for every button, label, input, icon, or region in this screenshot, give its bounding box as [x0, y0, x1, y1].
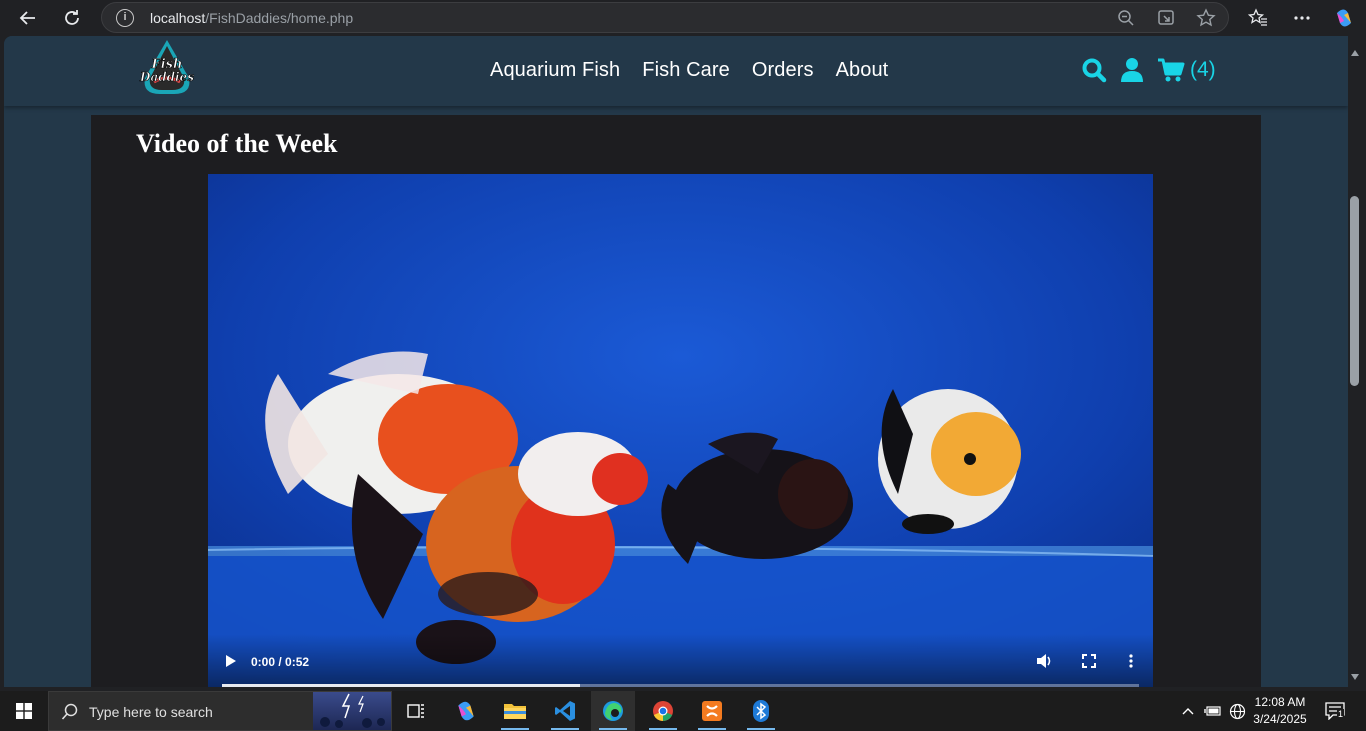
favorite-star-icon[interactable] — [1196, 8, 1216, 28]
nav-aquarium-fish[interactable]: Aquarium Fish — [490, 59, 620, 82]
xampp-running-indicator — [698, 728, 726, 730]
more-menu-icon[interactable] — [1290, 6, 1314, 30]
zoom-icon[interactable] — [1116, 8, 1136, 28]
chrome-icon[interactable] — [641, 691, 685, 731]
reload-icon[interactable] — [60, 6, 84, 30]
user-icon[interactable] — [1118, 56, 1146, 84]
video-frame — [208, 174, 1153, 687]
windows-taskbar: Type here to search 12:08 AM 3/24/2025 1 — [0, 691, 1366, 731]
file-explorer-running-indicator — [501, 728, 529, 730]
video-time: 0:00 / 0:52 — [251, 655, 310, 669]
nav-orders[interactable]: Orders — [752, 59, 814, 82]
logo-text-daddies: Daddies — [139, 70, 194, 84]
video-progress-bar[interactable] — [222, 684, 1139, 687]
section-title: Video of the Week — [136, 129, 338, 158]
scroll-up-icon[interactable] — [1350, 44, 1360, 62]
vscode-running-indicator — [551, 728, 579, 730]
network-globe-icon[interactable] — [1226, 691, 1248, 731]
show-hidden-icons-icon[interactable] — [1178, 691, 1198, 731]
main-content: Video of the Week 0:00 / 0:52 — [91, 115, 1261, 687]
xampp-icon[interactable] — [690, 691, 734, 731]
copilot-icon[interactable] — [1332, 6, 1356, 30]
site-info-icon[interactable]: i — [116, 9, 134, 27]
bluetooth-icon[interactable] — [739, 691, 783, 731]
fullscreen-icon[interactable] — [1082, 654, 1096, 673]
edge-icon[interactable] — [591, 691, 635, 731]
file-explorer-icon[interactable] — [493, 691, 537, 731]
address-bar[interactable]: i localhost/FishDaddies/home.php — [101, 2, 1229, 33]
fish-daddies-logo[interactable]: Fish Daddies — [134, 38, 200, 100]
clock-time: 12:08 AM — [1254, 695, 1306, 709]
header-actions: (4) — [1080, 56, 1216, 84]
taskbar-search-placeholder: Type here to search — [89, 704, 213, 720]
main-nav: Aquarium Fish Fish Care Orders About — [490, 59, 888, 82]
notification-count: 1 — [1337, 709, 1345, 719]
chrome-running-indicator — [649, 728, 677, 730]
video-player[interactable]: 0:00 / 0:52 — [208, 174, 1153, 687]
favorites-icon[interactable] — [1246, 6, 1270, 30]
url-host: localhost — [150, 10, 206, 26]
battery-icon[interactable] — [1202, 691, 1224, 731]
url-text: localhost/FishDaddies/home.php — [150, 10, 353, 26]
clock-date: 3/24/2025 — [1253, 712, 1307, 726]
bluetooth-running-indicator — [747, 728, 775, 730]
back-icon[interactable] — [16, 6, 40, 30]
windows-start-icon[interactable] — [0, 691, 48, 731]
scrollbar-thumb[interactable] — [1350, 196, 1359, 386]
search-highlight-image — [313, 692, 391, 730]
page-scrollbar[interactable] — [1348, 36, 1366, 687]
web-page: Fish Daddies Aquarium Fish Fish Care Ord… — [4, 36, 1348, 687]
video-controls: 0:00 / 0:52 — [208, 634, 1153, 687]
video-progress-fill — [222, 684, 580, 687]
cart-count[interactable]: (4) — [1190, 58, 1216, 82]
video-menu-icon[interactable] — [1127, 653, 1135, 674]
nav-fish-care[interactable]: Fish Care — [642, 59, 730, 82]
browser-toolbar: i localhost/FishDaddies/home.php — [0, 0, 1366, 36]
app-available-icon[interactable] — [1156, 8, 1176, 28]
nav-about[interactable]: About — [836, 59, 889, 82]
edge-running-indicator — [599, 728, 627, 730]
cart-icon[interactable] — [1156, 56, 1186, 84]
notifications-icon[interactable]: 1 — [1320, 691, 1350, 731]
copilot-taskbar-icon[interactable] — [444, 691, 488, 731]
volume-icon[interactable] — [1036, 653, 1054, 674]
taskbar-clock[interactable]: 12:08 AM 3/24/2025 — [1252, 694, 1308, 728]
scroll-down-icon[interactable] — [1350, 668, 1360, 686]
taskbar-search-icon — [61, 703, 79, 726]
play-icon[interactable] — [224, 654, 238, 673]
url-path: /FishDaddies/home.php — [205, 10, 354, 26]
taskbar-search-box[interactable]: Type here to search — [48, 691, 392, 731]
site-header: Fish Daddies Aquarium Fish Fish Care Ord… — [4, 36, 1348, 106]
search-icon[interactable] — [1080, 56, 1108, 84]
vscode-icon[interactable] — [543, 691, 587, 731]
task-view-icon[interactable] — [394, 691, 438, 731]
